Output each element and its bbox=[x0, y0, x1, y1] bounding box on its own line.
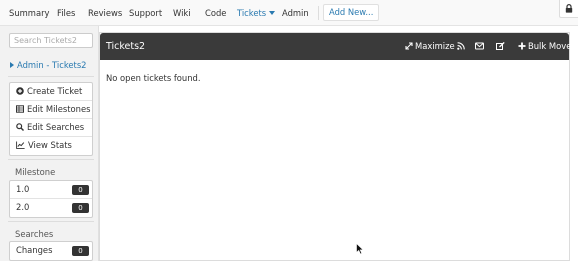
lock-button[interactable] bbox=[559, 0, 578, 18]
nav-tab-reviews[interactable]: Reviews bbox=[88, 0, 122, 26]
view-stats-label: View Stats bbox=[28, 140, 72, 150]
sidebar-divider bbox=[8, 159, 94, 160]
nav-tab-code[interactable]: Code bbox=[205, 0, 226, 26]
rss-icon bbox=[457, 42, 465, 50]
count-badge: 0 bbox=[72, 203, 89, 213]
create-ticket-button[interactable]: Create Ticket bbox=[10, 83, 92, 101]
caret-right-icon bbox=[10, 62, 14, 68]
edit-searches-label: Edit Searches bbox=[27, 122, 85, 132]
sidebar-actions: Create Ticket Edit Milestones Edit Searc… bbox=[9, 82, 93, 156]
search-item[interactable]: Changes 0 bbox=[10, 242, 92, 260]
edit-milestones-button[interactable]: Edit Milestones bbox=[10, 101, 92, 119]
search-label: Changes bbox=[16, 245, 53, 255]
milestone-item[interactable]: 1.0 0 bbox=[10, 181, 92, 199]
tickets-panel: Tickets2 Maximize Bulk Move No open tick… bbox=[99, 32, 571, 261]
nav-tab-admin[interactable]: Admin bbox=[282, 0, 309, 26]
nav-tab-files[interactable]: Files bbox=[57, 0, 75, 26]
milestone-label: 2.0 bbox=[16, 202, 30, 212]
app-root: Summary Files Reviews Support Wiki Code … bbox=[0, 0, 578, 261]
milestone-item[interactable]: 2.0 0 bbox=[10, 199, 92, 217]
bulk-move-label: Bulk Move bbox=[528, 41, 572, 51]
edit-icon bbox=[496, 42, 505, 50]
maximize-label: Maximize bbox=[415, 41, 455, 51]
search-icon bbox=[16, 123, 24, 131]
maximize-button[interactable]: Maximize bbox=[405, 33, 455, 60]
empty-state-message: No open tickets found. bbox=[106, 73, 201, 83]
searches-heading: Searches bbox=[15, 229, 54, 239]
count-badge: 0 bbox=[72, 185, 89, 195]
lock-icon bbox=[565, 4, 573, 13]
sidebar: Admin - Tickets2 Create Ticket Edit Mile… bbox=[0, 26, 99, 261]
panel-title: Tickets2 bbox=[106, 41, 146, 52]
edit-searches-button[interactable]: Edit Searches bbox=[10, 119, 92, 137]
milestone-label: 1.0 bbox=[16, 184, 30, 194]
view-stats-button[interactable]: View Stats bbox=[10, 137, 92, 155]
nav-tab-wiki[interactable]: Wiki bbox=[173, 0, 191, 26]
nav-tab-support[interactable]: Support bbox=[129, 0, 162, 26]
plus-circle-icon bbox=[16, 87, 24, 95]
subscribe-button[interactable] bbox=[475, 33, 484, 60]
rss-button[interactable] bbox=[457, 33, 465, 60]
edit-button[interactable] bbox=[496, 33, 505, 60]
search-input[interactable] bbox=[9, 33, 93, 48]
edit-milestones-label: Edit Milestones bbox=[27, 104, 91, 114]
table-icon bbox=[16, 105, 24, 113]
sidebar-divider bbox=[8, 221, 94, 222]
count-badge: 0 bbox=[72, 246, 89, 256]
nav-tab-summary[interactable]: Summary bbox=[9, 0, 49, 26]
nav-tab-tickets[interactable]: Tickets bbox=[237, 0, 276, 26]
chevron-down-icon bbox=[269, 11, 276, 15]
nav-tab-tickets-label: Tickets bbox=[237, 8, 267, 18]
mouse-cursor-icon bbox=[356, 243, 364, 255]
breadcrumb-label: Admin - Tickets2 bbox=[17, 60, 87, 70]
milestone-heading: Milestone bbox=[15, 167, 56, 177]
move-icon bbox=[518, 42, 526, 50]
top-nav: Summary Files Reviews Support Wiki Code … bbox=[0, 0, 578, 26]
create-ticket-label: Create Ticket bbox=[27, 86, 83, 96]
envelope-icon bbox=[475, 42, 484, 50]
milestone-list: 1.0 0 2.0 0 bbox=[9, 180, 93, 218]
bulk-move-button[interactable]: Bulk Move bbox=[518, 33, 571, 60]
line-chart-icon bbox=[16, 141, 25, 149]
nav-divider bbox=[318, 6, 319, 20]
sidebar-divider bbox=[8, 76, 94, 77]
expand-icon bbox=[405, 42, 413, 50]
add-new-button[interactable]: Add New... bbox=[323, 4, 380, 21]
breadcrumb[interactable]: Admin - Tickets2 bbox=[10, 60, 87, 70]
searches-list: Changes 0 bbox=[9, 241, 93, 261]
panel-header: Tickets2 Maximize Bulk Move bbox=[100, 33, 571, 60]
